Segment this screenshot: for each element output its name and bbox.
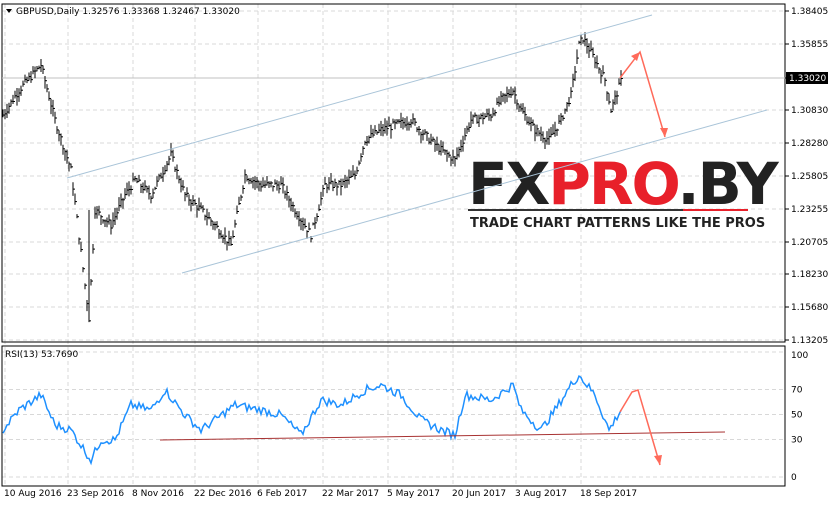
rsi-axis-label: 50	[791, 411, 803, 421]
chart-window[interactable]: FXPRO.BY TRADE CHART PATTERNS LIKE THE P…	[0, 0, 829, 505]
price-bar	[172, 149, 175, 162]
date-axis-label: 6 Feb 2017	[257, 489, 307, 499]
price-bar	[316, 213, 319, 222]
date-axis-label: 20 Jun 2017	[452, 489, 506, 499]
svg-text:FXPRO.BY: FXPRO.BY	[468, 150, 780, 218]
svg-text:TRADE CHART PATTERNS LIKE THE: TRADE CHART PATTERNS LIKE THE PROS	[470, 216, 765, 231]
price-bar	[208, 212, 211, 220]
svg-text:GBPUSD,Daily 1.32576 1.33368: GBPUSD,Daily 1.32576 1.33368 1.32467 1.3…	[16, 7, 240, 17]
price-bar	[240, 194, 243, 201]
price-bar	[138, 174, 141, 182]
price-axis-label: 1.20705	[791, 238, 828, 248]
price-bar	[494, 109, 497, 117]
price-bar	[556, 128, 559, 136]
forecast-arrow	[619, 50, 666, 138]
price-bar	[242, 185, 245, 194]
price-bar	[390, 123, 393, 139]
date-axis-label: 23 Sep 2016	[67, 489, 124, 499]
price-axis-label: 1.28280	[791, 139, 828, 149]
price-bar	[168, 155, 171, 166]
price-bar	[74, 193, 77, 205]
price-axis-label: 1.30830	[791, 106, 828, 116]
price-bar	[202, 205, 205, 213]
price-axis-label: 1.25805	[791, 172, 828, 182]
price-bar	[322, 184, 325, 197]
price-bar	[236, 205, 239, 214]
price-bar	[362, 146, 365, 155]
price-axis-label: 1.15680	[791, 303, 828, 313]
price-bar	[616, 90, 619, 105]
price-bar	[234, 219, 237, 228]
ohlc-open: 1.32576	[82, 7, 119, 17]
price-bar	[80, 241, 83, 253]
ohlc-close: 1.33020	[203, 7, 240, 17]
price-bar	[356, 166, 359, 175]
date-axis-label: 3 Aug 2017	[515, 489, 567, 499]
price-bar	[414, 118, 417, 126]
price-bar	[568, 97, 571, 107]
rsi-axis-label: 0	[791, 473, 797, 483]
price-bar	[608, 93, 611, 105]
price-axis-label: 1.13205	[791, 336, 828, 346]
price-bar	[54, 111, 57, 124]
price-bar	[20, 85, 23, 96]
date-axis-label: 5 May 2017	[387, 489, 440, 499]
price-bar	[602, 65, 605, 75]
price-axis-label: 1.18230	[791, 270, 828, 280]
price-bar	[42, 65, 45, 75]
ohlc-high: 1.33368	[122, 7, 159, 17]
price-bar	[98, 205, 101, 216]
arrow-head-icon	[631, 52, 640, 61]
price-bar	[70, 163, 73, 169]
date-axis-label: 18 Sep 2017	[580, 489, 637, 499]
chart-canvas[interactable]: FXPRO.BY TRADE CHART PATTERNS LIKE THE P…	[0, 0, 829, 505]
price-bar	[46, 84, 49, 93]
price-bar	[592, 47, 595, 58]
price-bar	[576, 49, 579, 64]
price-bar	[90, 279, 93, 286]
price-bar	[182, 180, 185, 191]
price-bar	[194, 199, 197, 206]
price-bar	[308, 222, 311, 231]
arrow-head-icon	[654, 455, 662, 465]
price-bar	[562, 115, 565, 121]
price-bar	[232, 230, 235, 239]
price-bar	[92, 244, 95, 254]
price-bar	[304, 218, 307, 229]
symbol-label: GBPUSD,Daily	[16, 7, 80, 17]
price-bar	[84, 283, 87, 290]
rsi-forecast-arrow	[619, 389, 661, 466]
price-bar	[324, 176, 327, 186]
ohlc-low: 1.32467	[163, 7, 200, 17]
price-bar	[122, 197, 125, 209]
rsi-panel-frame	[1, 345, 786, 487]
price-bar	[216, 221, 219, 229]
rsi-label: RSI(13) 53.7690	[5, 350, 78, 360]
price-bar	[60, 133, 63, 146]
price-axis-label: 1.35855	[791, 40, 828, 50]
date-axis-label: 22 Dec 2016	[194, 489, 252, 499]
date-axis-label: 22 Mar 2017	[322, 489, 379, 499]
current-price-value: 1.33020	[789, 74, 826, 84]
price-bar	[272, 185, 275, 192]
rsi-axis-label: 100	[791, 351, 808, 361]
price-bar	[574, 66, 577, 82]
date-axis-label: 8 Nov 2016	[132, 489, 184, 499]
date-axis-label: 10 Aug 2016	[4, 489, 62, 499]
price-axis-label: 1.23255	[791, 205, 828, 215]
rsi-trend-line[interactable]	[159, 431, 726, 441]
price-bar	[596, 55, 599, 69]
price-bar	[604, 77, 607, 87]
price-bar	[88, 210, 91, 323]
rsi-axis-label: 70	[791, 386, 803, 396]
rsi-axis-label: 30	[791, 436, 803, 446]
price-bar	[76, 214, 79, 219]
price-axis-label: 1.38405	[791, 7, 828, 17]
fxpro-logo: FXPRO.BY TRADE CHART PATTERNS LIKE THE P…	[468, 150, 782, 231]
price-bar	[154, 186, 157, 191]
price-bar	[82, 266, 85, 273]
price-bar	[570, 87, 573, 99]
